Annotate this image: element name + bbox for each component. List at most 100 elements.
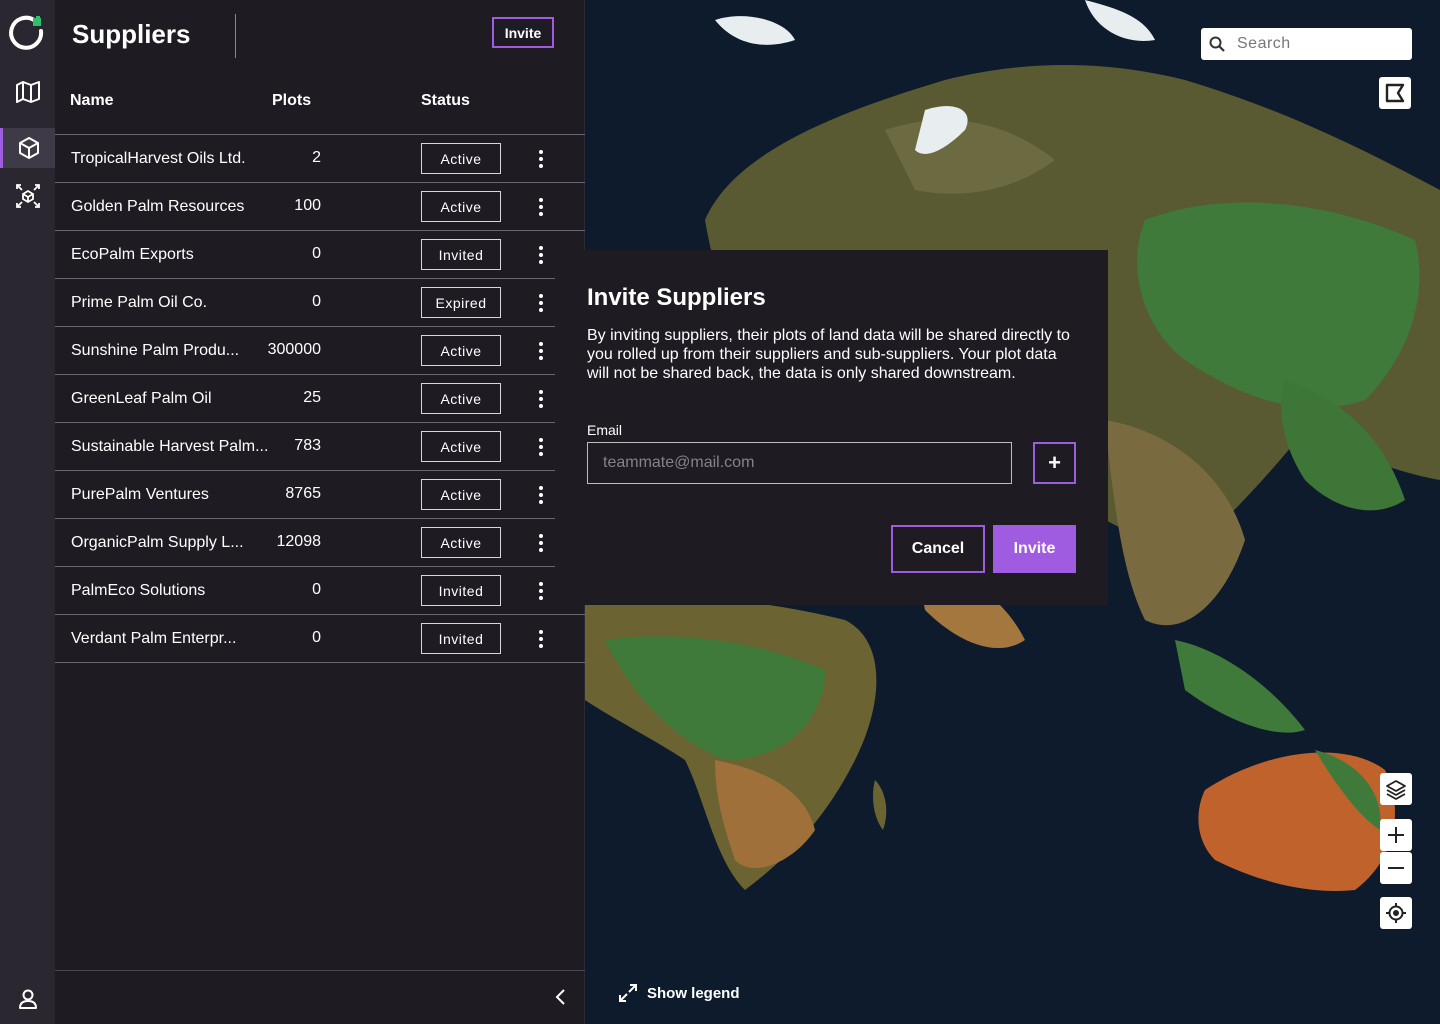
show-legend-button[interactable]: Show legend [617,982,740,1004]
plus-icon [1388,827,1404,843]
page-title: Suppliers [72,19,191,49]
user-profile-button[interactable] [0,984,55,1014]
zoom-out-button[interactable] [1380,852,1412,884]
table-row[interactable]: OrganicPalm Supply L... 12098 Active [55,519,585,567]
supplier-plots: 300000 [267,341,321,358]
draw-polygon-button[interactable] [1379,77,1411,109]
row-menu-icon[interactable] [529,627,553,651]
table-header: Name Plots Status [55,85,585,135]
locate-button[interactable] [1380,897,1412,929]
supplier-plots: 2 [312,149,321,166]
chevron-left-icon[interactable] [551,987,571,1007]
supplier-plots: 25 [303,389,321,406]
status-badge: Invited [421,239,501,270]
supplier-plots: 12098 [276,533,322,550]
supplier-plots: 0 [312,581,321,598]
status-badge: Invited [421,575,501,606]
show-legend-label: Show legend [647,984,740,1002]
search-input[interactable] [1237,35,1397,53]
suppliers-panel: Suppliers Invite Name Plots Status Tropi… [55,0,585,1024]
table-row[interactable]: Prime Palm Oil Co. 0 Expired [55,279,585,327]
dialog-title: Invite Suppliers [587,284,766,311]
minus-icon [1388,867,1404,869]
crosshair-icon [1386,903,1406,923]
row-menu-icon[interactable] [529,147,553,171]
supplier-plots: 8765 [285,485,321,502]
nav-collapse-boxes[interactable] [0,176,55,216]
box-icon [19,137,39,159]
add-email-button[interactable]: + [1033,442,1076,484]
status-badge: Invited [421,623,501,654]
supplier-name: Golden Palm Resources [71,198,245,215]
row-menu-icon[interactable] [529,291,553,315]
table-row[interactable]: EcoPalm Exports 0 Invited [55,231,585,279]
boxes-arrows-icon [15,184,40,208]
supplier-name: EcoPalm Exports [71,246,194,263]
supplier-name: OrganicPalm Supply L... [71,534,244,551]
invite-button[interactable]: Invite [492,17,554,48]
row-menu-icon[interactable] [529,243,553,267]
layers-icon [1386,780,1406,800]
supplier-name: TropicalHarvest Oils Ltd. [71,150,246,167]
supplier-plots: 783 [294,437,321,454]
table-row[interactable]: TropicalHarvest Oils Ltd. 2 Active [55,135,585,183]
suppliers-table-body: TropicalHarvest Oils Ltd. 2 Active Golde… [55,135,585,663]
supplier-name: Prime Palm Oil Co. [71,294,208,311]
table-row[interactable]: Sustainable Harvest Palm... 783 Active [55,423,585,471]
supplier-name: Sunshine Palm Produ... [71,342,240,359]
table-row[interactable]: PurePalm Ventures 8765 Active [55,471,585,519]
header-divider [235,14,236,58]
status-badge: Expired [421,287,501,318]
table-row[interactable]: GreenLeaf Palm Oil 25 Active [55,375,585,423]
column-header-name[interactable]: Name [70,92,114,110]
expand-icon [619,984,637,1002]
status-badge: Active [421,527,501,558]
supplier-plots: 0 [312,629,321,646]
layers-button[interactable] [1380,773,1412,805]
column-header-status[interactable]: Status [421,92,470,110]
row-menu-icon[interactable] [529,579,553,603]
nav-rail [0,0,55,1024]
supplier-name: PurePalm Ventures [71,486,209,503]
user-icon [18,989,37,1009]
supplier-name: Sustainable Harvest Palm... [71,438,269,455]
invite-suppliers-dialog: Invite Suppliers By inviting suppliers, … [555,250,1108,605]
supplier-name: PalmEco Solutions [71,582,206,599]
status-badge: Active [421,335,501,366]
column-header-plots[interactable]: Plots [272,92,311,110]
supplier-name: GreenLeaf Palm Oil [71,390,212,407]
dialog-description: By inviting suppliers, their plots of la… [587,327,1070,382]
submit-invite-button[interactable]: Invite [993,525,1076,573]
app-logo[interactable] [8,14,46,52]
email-label: Email [587,422,623,438]
supplier-plots: 100 [294,197,321,214]
status-badge: Active [421,383,501,414]
panel-footer [55,970,585,1024]
table-row[interactable]: PalmEco Solutions 0 Invited [55,567,585,615]
status-badge: Active [421,191,501,222]
nav-suppliers[interactable] [0,128,55,168]
nav-map[interactable] [0,72,55,112]
table-row[interactable]: Sunshine Palm Produ... 300000 Active [55,327,585,375]
supplier-plots: 0 [312,293,321,310]
row-menu-icon[interactable] [529,483,553,507]
search-icon [1209,36,1225,52]
zoom-in-button[interactable] [1380,819,1412,851]
table-row[interactable]: Verdant Palm Enterpr... 0 Invited [55,615,585,663]
row-menu-icon[interactable] [529,435,553,459]
email-field[interactable] [587,442,1012,484]
table-row[interactable]: Golden Palm Resources 100 Active [55,183,585,231]
supplier-plots: 0 [312,245,321,262]
row-menu-icon[interactable] [529,531,553,555]
supplier-name: Verdant Palm Enterpr... [71,630,237,647]
row-menu-icon[interactable] [529,195,553,219]
map-icon [15,81,40,103]
map-search[interactable] [1201,28,1412,60]
status-badge: Active [421,479,501,510]
status-badge: Active [421,143,501,174]
polygon-draw-icon [1385,83,1405,103]
row-menu-icon[interactable] [529,339,553,363]
cancel-button[interactable]: Cancel [891,525,985,573]
row-menu-icon[interactable] [529,387,553,411]
status-badge: Active [421,431,501,462]
